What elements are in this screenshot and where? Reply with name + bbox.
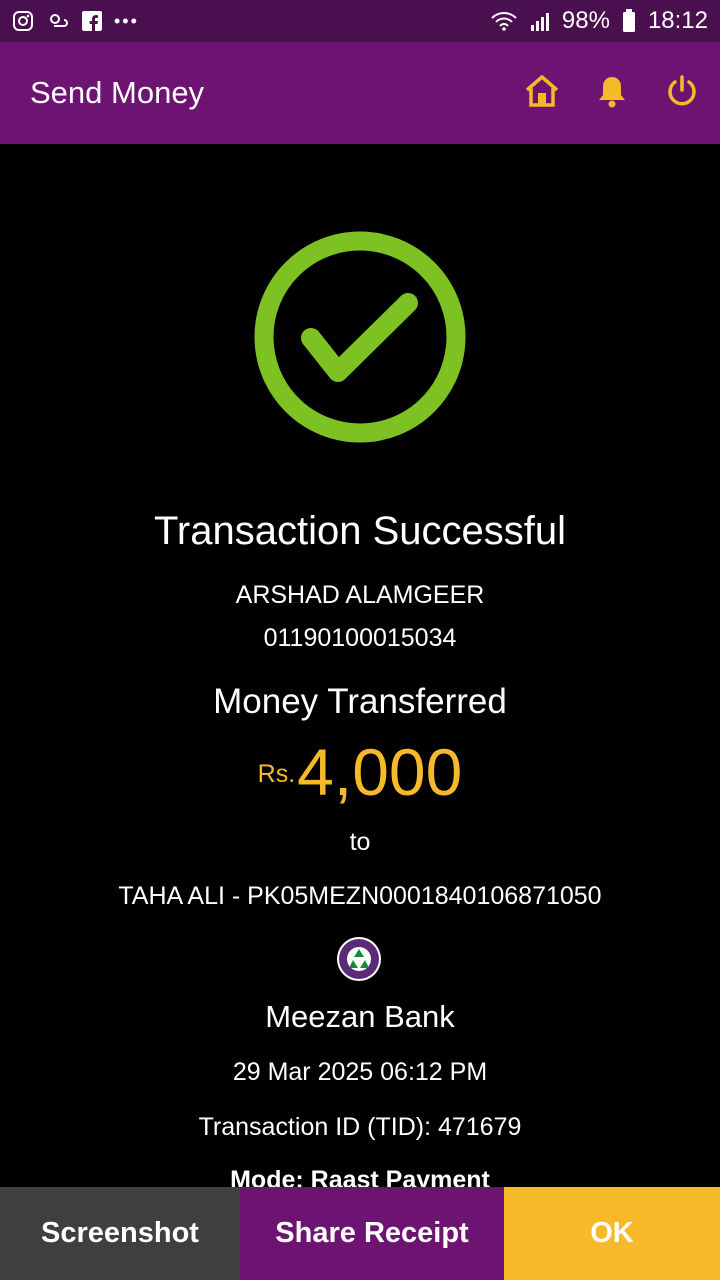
payment-mode: Mode: Raast Payment [230,1166,490,1187]
success-check-icon [254,231,466,443]
ok-button[interactable]: OK [504,1187,720,1280]
currency-label: Rs. [257,760,296,788]
to-label: to [349,828,371,856]
battery-percent: 98% [561,7,610,34]
money-transferred-label: Money Transferred [213,682,507,721]
sender-name: ARSHAD ALAMGEER [235,581,485,609]
clock: 18:12 [647,7,708,34]
home-icon [524,74,560,113]
status-bar: ••• 98% 18:12 [0,0,720,42]
sender-account: 01190100015034 [263,624,457,652]
battery-icon [622,9,636,33]
bank-name: Meezan Bank [265,999,455,1034]
transaction-datetime: 29 Mar 2025 06:12 PM [232,1058,488,1086]
notifications-button[interactable] [594,75,630,111]
logout-button[interactable] [664,74,700,113]
share-receipt-button[interactable]: Share Receipt [240,1187,504,1280]
facebook-icon [82,11,102,31]
transaction-status: Transaction Successful [153,509,567,553]
instagram-icon [12,10,34,32]
amount-value: 4,000 [297,735,463,809]
app-bar: Send Money [0,42,720,144]
amount-display: Rs. 4,000 [0,734,720,810]
bottom-action-bar: Screenshot Share Receipt OK [0,1187,720,1280]
home-button[interactable] [524,74,560,113]
wifi-icon [490,10,518,32]
screenshot-button[interactable]: Screenshot [0,1187,240,1280]
bell-icon [597,74,627,113]
signal-icon [530,10,550,32]
meezan-bank-logo [336,936,382,982]
page-title: Send Money [30,75,205,110]
weather-icon [46,10,70,32]
more-notifications-indicator: ••• [114,10,139,31]
power-icon [666,74,698,113]
recipient-details: TAHA ALI - PK05MEZN0001840106871050 [118,882,602,910]
transaction-id: Transaction ID (TID): 471679 [198,1113,522,1141]
receipt-content: Transaction Successful ARSHAD ALAMGEER 0… [0,144,720,1187]
